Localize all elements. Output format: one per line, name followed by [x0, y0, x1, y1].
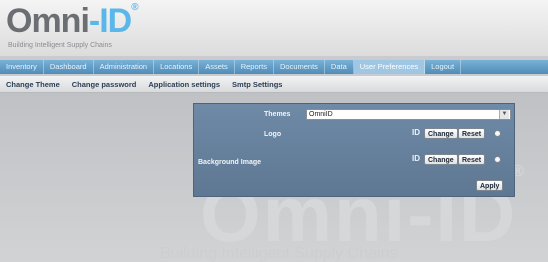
nav-item-data[interactable]: Data	[325, 60, 354, 74]
background-image-label: Background Image	[198, 159, 262, 166]
subnav-change-password[interactable]: Change password	[66, 80, 143, 89]
subnav-application-settings[interactable]: Application settings	[142, 80, 226, 89]
subnav-change-theme[interactable]: Change Theme	[0, 80, 66, 89]
apply-button[interactable]: Apply	[476, 180, 504, 191]
logo-preview-image: ID	[412, 128, 420, 137]
background-preview-image: ID	[412, 154, 420, 163]
theme-settings-panel: Themes OmniID ▼ Logo ID Change Reset Bac…	[193, 103, 515, 197]
logo-tagline: Building Intelligent Supply Chains	[8, 42, 112, 49]
background-reset-button[interactable]: Reset	[458, 154, 486, 165]
themes-label: Themes	[264, 111, 291, 118]
logo-text: Omni	[6, 2, 90, 40]
watermark-tagline: Building Intelligent Supply Chains	[160, 245, 398, 262]
nav-item-locations[interactable]: Locations	[154, 60, 200, 74]
logo-change-button[interactable]: Change	[424, 128, 458, 139]
sub-nav: Change Theme Change password Application…	[0, 76, 548, 93]
app-header: Omni-ID® Building Intelligent Supply Cha…	[0, 0, 548, 56]
nav-item-inventory[interactable]: Inventory	[0, 60, 44, 74]
theme-select-value: OmniID	[309, 111, 333, 118]
logo-reset-button[interactable]: Reset	[458, 128, 486, 139]
subnav-smtp-settings[interactable]: Smtp Settings	[226, 80, 288, 89]
logo-accent-text: -ID	[88, 2, 132, 40]
nav-item-logout[interactable]: Logout	[425, 60, 462, 74]
logo-label: Logo	[264, 131, 282, 138]
main-nav: Inventory Dashboard Administration Locat…	[0, 60, 548, 74]
nav-item-user-preferences[interactable]: User Preferences	[353, 60, 426, 74]
logo-radio[interactable]	[494, 130, 501, 137]
nav-item-administration[interactable]: Administration	[94, 60, 155, 74]
nav-item-assets[interactable]: Assets	[199, 60, 235, 74]
nav-item-documents[interactable]: Documents	[274, 60, 325, 74]
background-radio[interactable]	[494, 156, 501, 163]
logo-registered-mark: ®	[131, 2, 138, 13]
theme-select[interactable]: OmniID ▼	[306, 109, 511, 120]
omni-id-logo[interactable]: Omni-ID®	[6, 2, 139, 41]
nav-item-reports[interactable]: Reports	[235, 60, 274, 74]
nav-item-dashboard[interactable]: Dashboard	[44, 60, 94, 74]
background-change-button[interactable]: Change	[424, 154, 458, 165]
chevron-down-icon[interactable]: ▼	[499, 110, 509, 119]
